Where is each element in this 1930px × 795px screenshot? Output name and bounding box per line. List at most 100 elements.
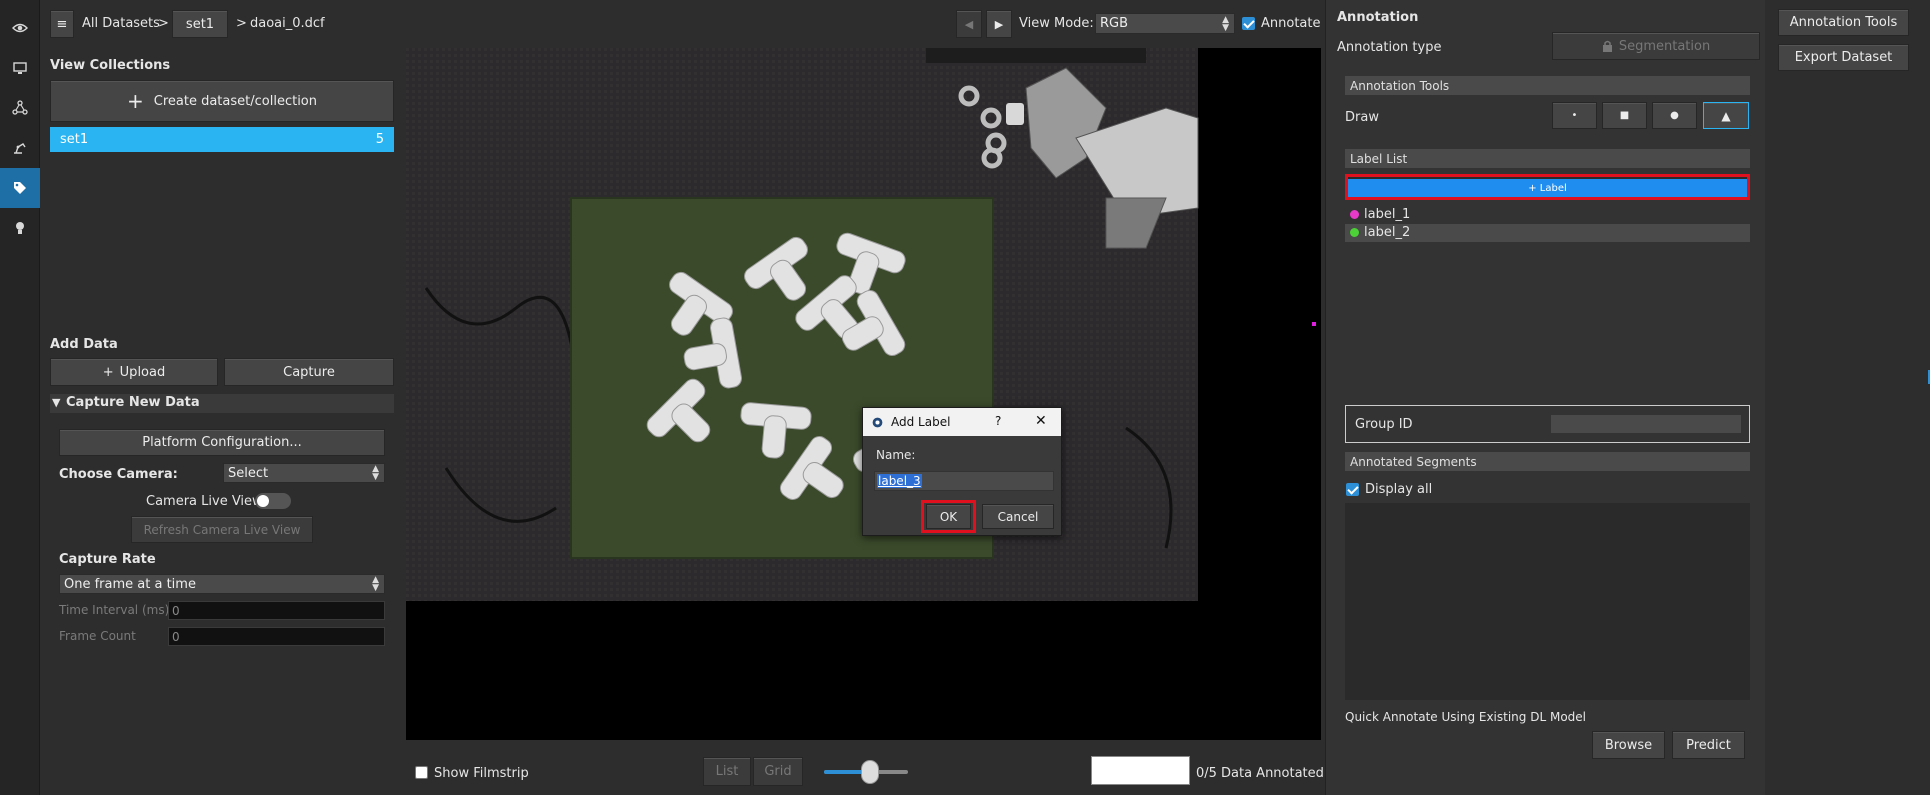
list-view-button[interactable]: List <box>703 757 751 786</box>
square-tool-icon[interactable]: ■ <box>1602 102 1647 129</box>
plus-icon: + <box>102 364 114 380</box>
time-interval-label: Time Interval (ms) <box>59 603 170 617</box>
annotated-progress-box <box>1091 756 1190 785</box>
label-list-item[interactable]: label_2 <box>1345 224 1750 242</box>
time-interval-input[interactable]: 0 <box>168 601 385 620</box>
choose-camera-label: Choose Camera: <box>59 467 178 482</box>
annotation-tools-header: Annotation Tools <box>1345 76 1750 95</box>
hamburger-menu-button[interactable]: ≡ <box>50 10 74 38</box>
upload-button[interactable]: + Upload <box>50 358 218 386</box>
view-collections-title: View Collections <box>50 58 171 73</box>
create-dataset-label: Create dataset/collection <box>153 93 317 109</box>
draw-label: Draw <box>1345 110 1379 125</box>
breadcrumb-set-button[interactable]: set1 <box>172 10 228 38</box>
camera-live-view-label: Camera Live View <box>146 494 263 509</box>
polygon-tool-icon[interactable]: ▲ <box>1703 102 1749 129</box>
label-list: label_1 label_2 <box>1345 206 1750 402</box>
view-mode-value: RGB <box>1100 16 1129 31</box>
dialog-title: Add Label <box>891 415 951 429</box>
camera-live-view-toggle[interactable] <box>255 493 291 509</box>
group-id-input[interactable] <box>1551 415 1741 433</box>
next-image-button[interactable]: ▶ <box>986 10 1012 38</box>
network-icon[interactable] <box>0 88 40 128</box>
annotate-checkbox[interactable] <box>1242 17 1255 30</box>
prev-image-button[interactable]: ◀ <box>956 10 982 38</box>
collection-count: 5 <box>375 132 384 147</box>
label-name: label_2 <box>1364 225 1411 240</box>
annotated-segments-list <box>1345 503 1750 700</box>
label-list-item[interactable]: label_1 <box>1345 206 1750 224</box>
breadcrumb-file: daoai_0.dcf <box>250 16 325 31</box>
app-logo-icon <box>872 417 883 428</box>
plus-icon: + <box>127 89 144 113</box>
circle-tool-icon[interactable]: ● <box>1652 102 1697 129</box>
create-dataset-button[interactable]: + Create dataset/collection <box>50 80 394 122</box>
annotation-panel: Annotation Annotation type Segmentation … <box>1325 0 1765 795</box>
lock-icon <box>1602 40 1612 52</box>
tag-icon[interactable] <box>0 168 40 208</box>
far-right-panel: Annotation Tools Export Dataset <box>1765 0 1930 795</box>
point-tool-icon[interactable]: • <box>1552 102 1597 129</box>
show-filmstrip-checkbox[interactable] <box>415 766 428 779</box>
zoom-slider-handle[interactable] <box>861 760 880 784</box>
breadcrumb-all-datasets[interactable]: All Datasets <box>82 16 160 31</box>
annotation-type-button[interactable]: Segmentation <box>1552 32 1760 60</box>
label-color-dot <box>1350 210 1359 219</box>
select-arrows-icon: ▲ ▼ <box>372 575 379 593</box>
capture-new-data-section[interactable]: ▼ Capture New Data <box>50 394 394 413</box>
add-label-dialog: Add Label ? ✕ Name: label_3 OK Cancel <box>862 407 1062 536</box>
collection-name: set1 <box>60 132 89 147</box>
add-data-title: Add Data <box>50 337 118 352</box>
robot-arm-icon[interactable] <box>0 128 40 168</box>
annotated-label: Data Annotated <box>1221 766 1324 781</box>
capture-rate-value: One frame at a time <box>64 576 196 592</box>
image-viewer[interactable] <box>406 48 1321 740</box>
zoom-slider[interactable] <box>824 760 908 784</box>
platform-configuration-button[interactable]: Platform Configuration... <box>59 429 385 456</box>
annotation-type-label: Annotation type <box>1337 40 1442 55</box>
camera-select-value: Select <box>228 465 269 481</box>
annotation-title: Annotation <box>1337 10 1419 25</box>
annotation-tools-button[interactable]: Annotation Tools <box>1778 9 1909 36</box>
annotated-count: 0/5 <box>1196 766 1217 781</box>
scene-image <box>406 48 1316 740</box>
quick-annotate-label: Quick Annotate Using Existing DL Model <box>1345 710 1586 724</box>
help-icon[interactable]: ? <box>995 414 1001 428</box>
browse-button[interactable]: Browse <box>1592 731 1665 759</box>
breadcrumb-separator: > <box>158 16 169 31</box>
capture-rate-title: Capture Rate <box>59 552 156 567</box>
name-field-label: Name: <box>876 448 916 462</box>
left-icon-rail <box>0 0 40 795</box>
close-icon[interactable]: ✕ <box>1035 413 1047 429</box>
monitor-icon[interactable] <box>0 48 40 88</box>
label-color-dot <box>1350 228 1359 237</box>
ok-highlight-box <box>921 500 976 533</box>
view-mode-label: View Mode: <box>1019 16 1094 31</box>
label-name-value: label_3 <box>877 474 922 488</box>
grid-view-button[interactable]: Grid <box>753 757 803 786</box>
predict-button[interactable]: Predict <box>1672 731 1745 759</box>
group-id-box: Group ID <box>1345 405 1750 443</box>
view-mode-select[interactable]: RGB ▲ ▼ <box>1095 13 1235 34</box>
label-list-header: Label List <box>1345 149 1750 168</box>
add-label-highlight-box <box>1345 174 1750 200</box>
collection-item-set1[interactable]: set1 5 <box>50 127 394 152</box>
annotation-type-value: Segmentation <box>1618 38 1711 54</box>
frame-count-input[interactable]: 0 <box>168 627 385 646</box>
cancel-button[interactable]: Cancel <box>982 504 1054 529</box>
app-window: ≡ All Datasets > set1 > daoai_0.dcf ◀ ▶ … <box>0 0 1930 795</box>
label-name-input[interactable]: label_3 <box>874 471 1054 491</box>
capture-rate-select[interactable]: One frame at a time ▲ ▼ <box>59 574 385 594</box>
frame-count-label: Frame Count <box>59 629 136 643</box>
display-all-label: Display all <box>1365 482 1433 497</box>
lightbulb-icon[interactable] <box>0 208 40 248</box>
refresh-camera-live-view-button[interactable]: Refresh Camera Live View <box>131 516 313 543</box>
capture-button[interactable]: Capture <box>224 358 394 386</box>
label-name: label_1 <box>1364 207 1411 222</box>
camera-select[interactable]: Select ▲ ▼ <box>223 463 385 483</box>
capture-section-title: Capture New Data <box>66 395 200 410</box>
display-all-checkbox[interactable] <box>1346 483 1359 496</box>
export-dataset-button[interactable]: Export Dataset <box>1778 44 1909 71</box>
eye-icon[interactable] <box>0 8 40 48</box>
show-filmstrip-label: Show Filmstrip <box>434 766 529 781</box>
